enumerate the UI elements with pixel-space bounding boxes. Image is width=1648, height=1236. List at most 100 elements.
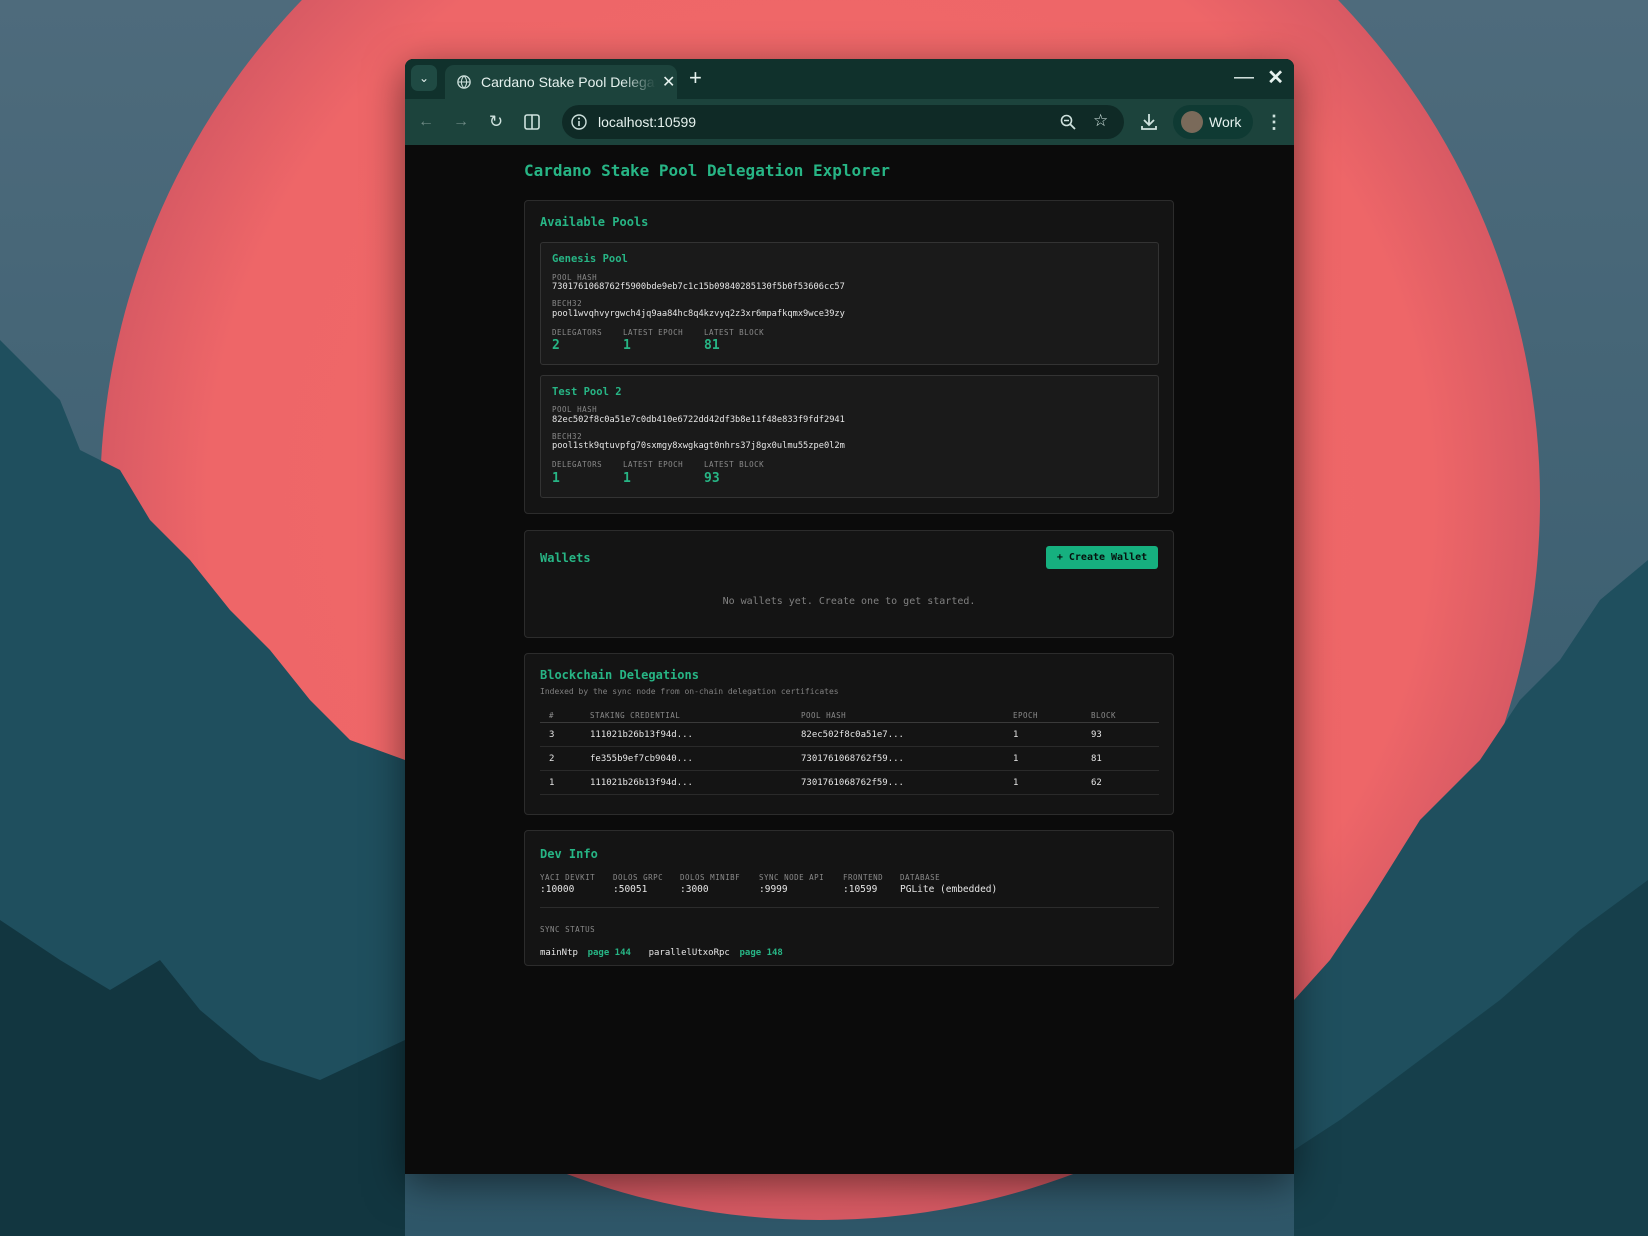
panel-title: Dev Info <box>540 847 598 861</box>
latest-epoch-value: 1 <box>623 338 631 353</box>
sync-value: page 144 <box>587 948 631 958</box>
minimize-icon[interactable]: — <box>1234 66 1254 89</box>
latest-block-label: LATEST BLOCK <box>704 328 765 337</box>
column-header: BLOCK <box>1091 711 1117 720</box>
cell-epoch: 1 <box>1013 778 1019 788</box>
panel-subtitle: Indexed by the sync node from on-chain d… <box>540 687 839 696</box>
panel-title: Blockchain Delegations <box>540 668 699 682</box>
bech32-value: pool1stk9qtuvpfg70sxmgy8xwgkagt0nhrs37j8… <box>552 441 845 451</box>
reload-icon[interactable]: ↻ <box>485 111 507 133</box>
new-tab-icon[interactable]: + <box>689 66 702 90</box>
cell-block: 81 <box>1091 754 1102 764</box>
column-header: STAKING CREDENTIAL <box>590 711 681 720</box>
pool-name: Genesis Pool <box>552 253 628 265</box>
bech32-label: BECH32 <box>552 432 583 441</box>
service-value: :50051 <box>613 884 648 895</box>
delegators-value: 1 <box>552 471 560 486</box>
panel-title: Wallets <box>540 551 591 565</box>
table-header: # STAKING CREDENTIAL POOL HASH EPOCH BLO… <box>540 709 1159 723</box>
browser-window: ⌄ Cardano Stake Pool Delegation Explorer… <box>405 59 1294 1174</box>
pool-card[interactable]: Test Pool 2 POOL HASH 82ec502f8c0a51e7c0… <box>540 375 1159 498</box>
latest-epoch-value: 1 <box>623 471 631 486</box>
bech32-value: pool1wvqhvyrgwch4jq9aa84hc8q4kzvyq2z3xr6… <box>552 309 845 319</box>
cell-index: 3 <box>549 730 555 740</box>
cell-block: 93 <box>1091 730 1102 740</box>
wallets-empty-message: No wallets yet. Create one to get starte… <box>722 596 976 607</box>
cell-pool-hash: 82ec502f8c0a51e7... <box>801 730 904 740</box>
sync-status-row: mainNtp page 144 parallelUtxoRpc page 14… <box>540 940 783 959</box>
profile-button[interactable]: Work <box>1173 105 1253 139</box>
page-content: Cardano Stake Pool Delegation Explorer A… <box>405 145 1294 1174</box>
close-tab-icon[interactable]: ✕ <box>662 72 675 92</box>
wallets-panel: Wallets + Create Wallet No wallets yet. … <box>524 530 1174 638</box>
cell-staking-credential: fe355b9ef7cb9040... <box>590 754 693 764</box>
globe-icon <box>457 75 471 89</box>
column-header: # <box>549 711 555 720</box>
latest-block-value: 93 <box>704 471 720 486</box>
cell-block: 62 <box>1091 778 1102 788</box>
pool-hash-value: 82ec502f8c0a51e7c0db410e6722dd42df3b8e11… <box>552 415 845 425</box>
cell-staking-credential: 111021b26b13f94d... <box>590 778 693 788</box>
cell-staking-credential: 111021b26b13f94d... <box>590 730 693 740</box>
split-view-icon[interactable] <box>521 111 543 133</box>
delegators-label: DELEGATORS <box>552 328 603 337</box>
column-header: POOL HASH <box>801 711 847 720</box>
sync-name: parallelUtxoRpc <box>648 948 730 958</box>
divider <box>540 907 1159 908</box>
pool-hash-value: 7301761068762f5900bde9eb7c1c15b098402851… <box>552 282 845 292</box>
service-label: YACI DEVKIT <box>540 873 596 882</box>
cell-index: 2 <box>549 754 555 764</box>
delegators-value: 2 <box>552 338 560 353</box>
available-pools-panel: Available Pools Genesis Pool POOL HASH 7… <box>524 200 1174 514</box>
latest-block-label: LATEST BLOCK <box>704 460 765 469</box>
close-window-icon[interactable]: ✕ <box>1267 65 1284 90</box>
page-title: Cardano Stake Pool Delegation Explorer <box>524 161 891 180</box>
tab-active[interactable]: Cardano Stake Pool Delegation Explorer ✕ <box>445 65 677 99</box>
delegations-table: # STAKING CREDENTIAL POOL HASH EPOCH BLO… <box>540 709 1159 795</box>
table-row: 3 111021b26b13f94d... 82ec502f8c0a51e7..… <box>540 723 1159 747</box>
service-value: :3000 <box>680 884 709 895</box>
service-label: DOLOS GRPC <box>613 873 664 882</box>
service-value: :10000 <box>540 884 575 895</box>
cell-epoch: 1 <box>1013 730 1019 740</box>
menu-kebab-icon[interactable]: ⋮ <box>1263 111 1285 133</box>
url-text: localhost:10599 <box>598 114 697 130</box>
profile-name: Work <box>1209 114 1242 130</box>
pool-hash-label: POOL HASH <box>552 405 598 414</box>
tab-search-button[interactable]: ⌄ <box>411 65 437 91</box>
site-info-icon[interactable] <box>570 113 588 131</box>
sync-name: mainNtp <box>540 948 578 958</box>
zoom-icon[interactable] <box>1059 113 1077 131</box>
pool-name: Test Pool 2 <box>552 386 622 398</box>
sync-status-label: SYNC STATUS <box>540 925 596 934</box>
panel-title: Available Pools <box>540 215 649 229</box>
table-row: 1 111021b26b13f94d... 7301761068762f59..… <box>540 771 1159 795</box>
sync-value: page 148 <box>739 948 783 958</box>
latest-epoch-label: LATEST EPOCH <box>623 460 684 469</box>
cell-pool-hash: 7301761068762f59... <box>801 754 904 764</box>
column-header: EPOCH <box>1013 711 1039 720</box>
service-value: PGLite (embedded) <box>900 884 998 895</box>
delegations-panel: Blockchain Delegations Indexed by the sy… <box>524 653 1174 815</box>
service-label: SYNC NODE API <box>759 873 825 882</box>
back-icon[interactable]: ← <box>415 111 437 133</box>
cell-index: 1 <box>549 778 555 788</box>
service-label: FRONTEND <box>843 873 884 882</box>
forward-icon[interactable]: → <box>450 111 472 133</box>
table-row: 2 fe355b9ef7cb9040... 7301761068762f59..… <box>540 747 1159 771</box>
create-wallet-button[interactable]: + Create Wallet <box>1046 546 1158 569</box>
service-value: :10599 <box>843 884 878 895</box>
service-label: DATABASE <box>900 873 941 882</box>
latest-epoch-label: LATEST EPOCH <box>623 328 684 337</box>
pool-card[interactable]: Genesis Pool POOL HASH 7301761068762f590… <box>540 242 1159 365</box>
chevron-down-icon: ⌄ <box>418 71 430 85</box>
download-icon[interactable] <box>1138 111 1160 133</box>
cell-epoch: 1 <box>1013 754 1019 764</box>
address-bar[interactable]: localhost:10599 ☆ <box>562 105 1124 139</box>
latest-block-value: 81 <box>704 338 720 353</box>
bookmark-star-icon[interactable]: ☆ <box>1093 111 1108 131</box>
pool-hash-label: POOL HASH <box>552 273 598 282</box>
delegators-label: DELEGATORS <box>552 460 603 469</box>
cell-pool-hash: 7301761068762f59... <box>801 778 904 788</box>
browser-toolbar: ← → ↻ localhost:10599 ☆ Work ⋮ <box>405 99 1294 145</box>
